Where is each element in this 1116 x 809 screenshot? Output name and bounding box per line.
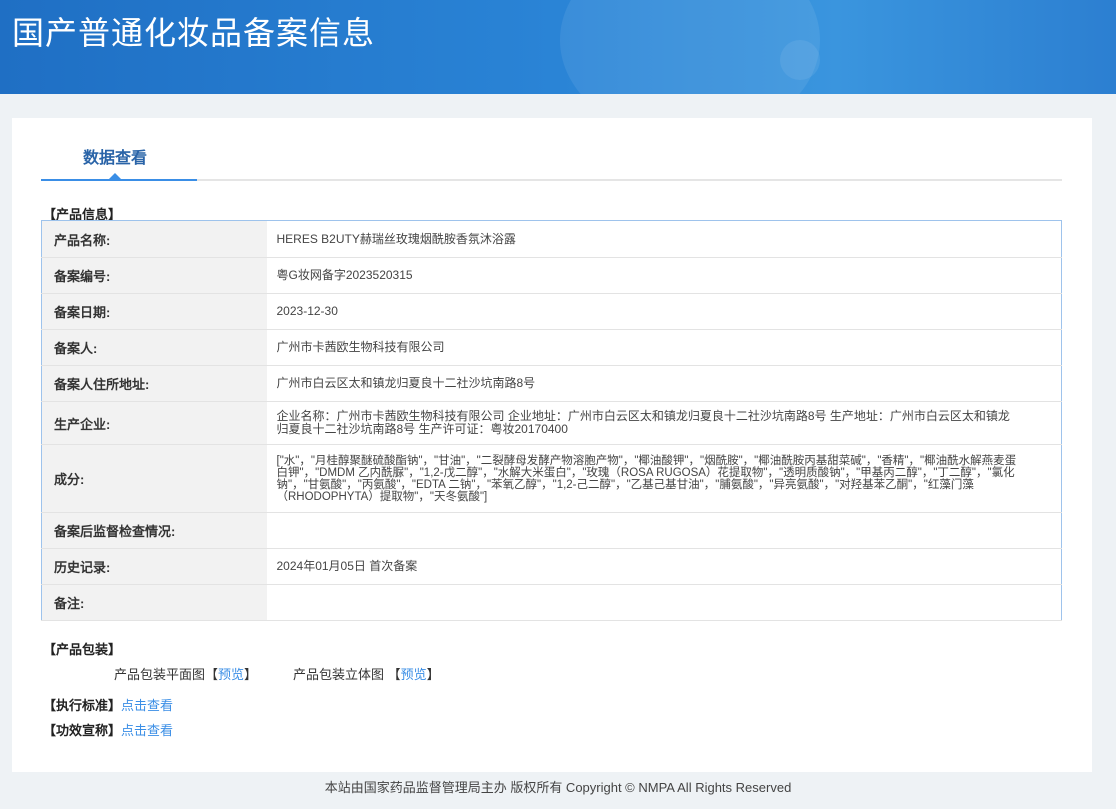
row-label: 备案日期:	[41, 293, 267, 330]
row-label: 产品名称:	[41, 220, 267, 258]
row-label: 成分:	[41, 444, 267, 513]
footer-copyright: 本站由国家药品监督管理局主办 版权所有 Copyright © NMPA All…	[324, 780, 792, 795]
row-value: 企业名称：广州市卡茜欧生物科技有限公司 企业地址：广州市白云区太和镇龙归夏良十二…	[266, 401, 1062, 445]
bracket: 【	[387, 667, 401, 682]
table-row: 生产企业: 企业名称：广州市卡茜欧生物科技有限公司 企业地址：广州市白云区太和镇龙…	[41, 401, 1062, 445]
table-row: 备案人住所地址: 广州市白云区太和镇龙归夏良十二社沙坑南路8号	[41, 365, 1062, 402]
standard-view-link[interactable]: 点击查看	[121, 695, 173, 714]
row-label: 历史记录:	[41, 548, 267, 585]
packaging-3d: 产品包装立体图 【预览】	[293, 664, 440, 683]
row-value: HERES B2UTY赫瑞丝玫瑰烟酰胺香氛沐浴露	[266, 220, 1062, 258]
table-row: 备案人: 广州市卡茜欧生物科技有限公司	[41, 329, 1062, 366]
caret-up-icon	[109, 173, 121, 179]
row-label: 备案人:	[41, 329, 267, 366]
section-packaging: 【产品包装】	[43, 642, 122, 657]
row-label: 备案后监督检查情况:	[41, 512, 267, 549]
decorative-shape	[560, 0, 820, 94]
row-value: 2023-12-30	[266, 293, 1062, 330]
row-label: 备案人住所地址:	[41, 365, 267, 402]
tab-data-view[interactable]: 数据查看	[83, 144, 147, 168]
table-row: 成分: ["水"，"月桂醇聚醚硫酸酯钠"，"甘油"，"二裂酵母发酵产物溶胞产物"，…	[41, 444, 1062, 513]
page-title: 国产普通化妆品备案信息	[12, 15, 376, 51]
table-row: 备案后监督检查情况:	[41, 512, 1062, 549]
table-row: 产品名称: HERES B2UTY赫瑞丝玫瑰烟酰胺香氛沐浴露	[41, 220, 1062, 258]
bracket: 】	[244, 667, 258, 682]
product-info-table: 产品名称: HERES B2UTY赫瑞丝玫瑰烟酰胺香氛沐浴露 备案编号: 粤G妆网备…	[41, 220, 1062, 621]
row-value: ["水"，"月桂醇聚醚硫酸酯钠"，"甘油"，"二裂酵母发酵产物溶胞产物"，"椰油…	[266, 444, 1062, 513]
section-standard: 【执行标准】	[43, 698, 122, 713]
table-row: 历史记录: 2024年01月05日 首次备案	[41, 548, 1062, 585]
bracket: 【	[205, 667, 219, 682]
row-value: 粤G妆网备字2023520315	[266, 257, 1062, 294]
tab-active-indicator	[41, 179, 197, 181]
section-claims: 【功效宣称】	[43, 723, 122, 738]
row-label: 备案编号:	[41, 257, 267, 294]
preview-flat-link[interactable]: 预览	[218, 667, 244, 682]
packaging-flat-label: 产品包装平面图	[114, 667, 206, 682]
packaging-flat: 产品包装平面图【预览】	[114, 664, 257, 683]
header-banner: 国产普通化妆品备案信息	[0, 0, 1116, 94]
row-value	[266, 584, 1062, 621]
preview-3d-link[interactable]: 预览	[401, 667, 427, 682]
decorative-shape	[780, 40, 820, 80]
table-row: 备注:	[41, 584, 1062, 621]
bracket: 】	[426, 667, 440, 682]
row-label: 生产企业:	[41, 401, 267, 445]
table-row: 备案编号: 粤G妆网备字2023520315	[41, 257, 1062, 294]
row-value: 广州市卡茜欧生物科技有限公司	[266, 329, 1062, 366]
table-row: 备案日期: 2023-12-30	[41, 293, 1062, 330]
claims-view-link[interactable]: 点击查看	[121, 720, 173, 739]
row-label: 备注:	[41, 584, 267, 621]
row-value: 广州市白云区太和镇龙归夏良十二社沙坑南路8号	[266, 365, 1062, 402]
row-value	[266, 512, 1062, 549]
content-card: 数据查看 【产品信息】 产品名称: HERES B2UTY赫瑞丝玫瑰烟酰胺香氛沐浴…	[12, 118, 1092, 772]
packaging-3d-label: 产品包装立体图	[293, 667, 385, 682]
row-value: 2024年01月05日 首次备案	[266, 548, 1062, 585]
